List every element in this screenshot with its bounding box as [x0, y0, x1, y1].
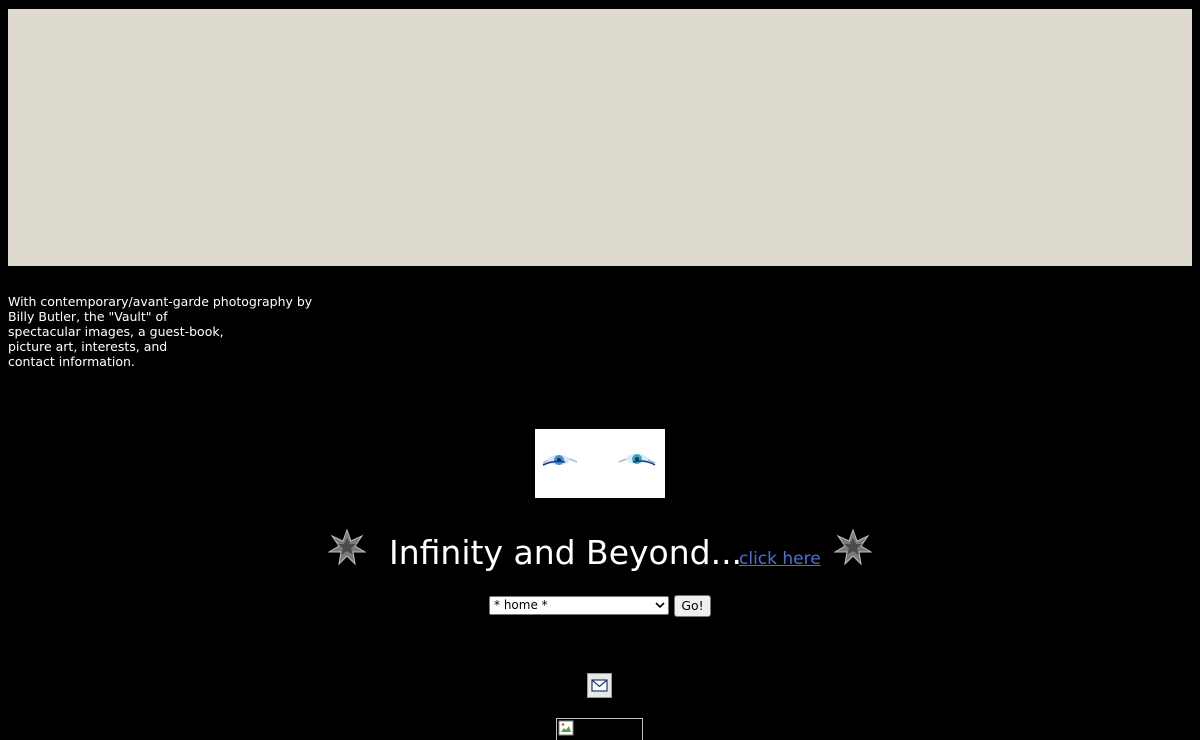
- go-button[interactable]: Go!: [674, 595, 711, 617]
- page: With contemporary/avant-garde photograph…: [0, 0, 1200, 740]
- intro-line: spectacular images, a guest-book,: [8, 324, 224, 339]
- banner-area: [8, 9, 1192, 266]
- eyes-icon: [542, 454, 656, 466]
- broken-image-icon: [558, 720, 574, 736]
- intro-line: picture art, interests, and: [8, 339, 168, 354]
- eyes-image: [535, 429, 665, 498]
- intro-line: Billy Butler, the "Vault" of: [8, 309, 168, 324]
- intro-line: contact information.: [8, 354, 135, 369]
- star-burst-icon: [328, 528, 366, 566]
- click-here-link[interactable]: click here: [739, 548, 821, 570]
- intro-text: With contemporary/avant-garde photograph…: [8, 294, 328, 369]
- intro-line: With contemporary/avant-garde photograph…: [8, 294, 313, 309]
- envelope-icon: [591, 679, 608, 692]
- page-select-value: * home *: [494, 598, 548, 612]
- tagline-row: Infinity and Beyond... click here: [0, 526, 1200, 576]
- broken-image: [556, 718, 643, 740]
- star-burst-icon: [834, 528, 872, 566]
- email-link[interactable]: [587, 673, 612, 698]
- tagline-text: Infinity and Beyond...: [389, 533, 743, 572]
- chevron-down-icon: [655, 602, 665, 609]
- page-select[interactable]: * home *: [489, 596, 669, 615]
